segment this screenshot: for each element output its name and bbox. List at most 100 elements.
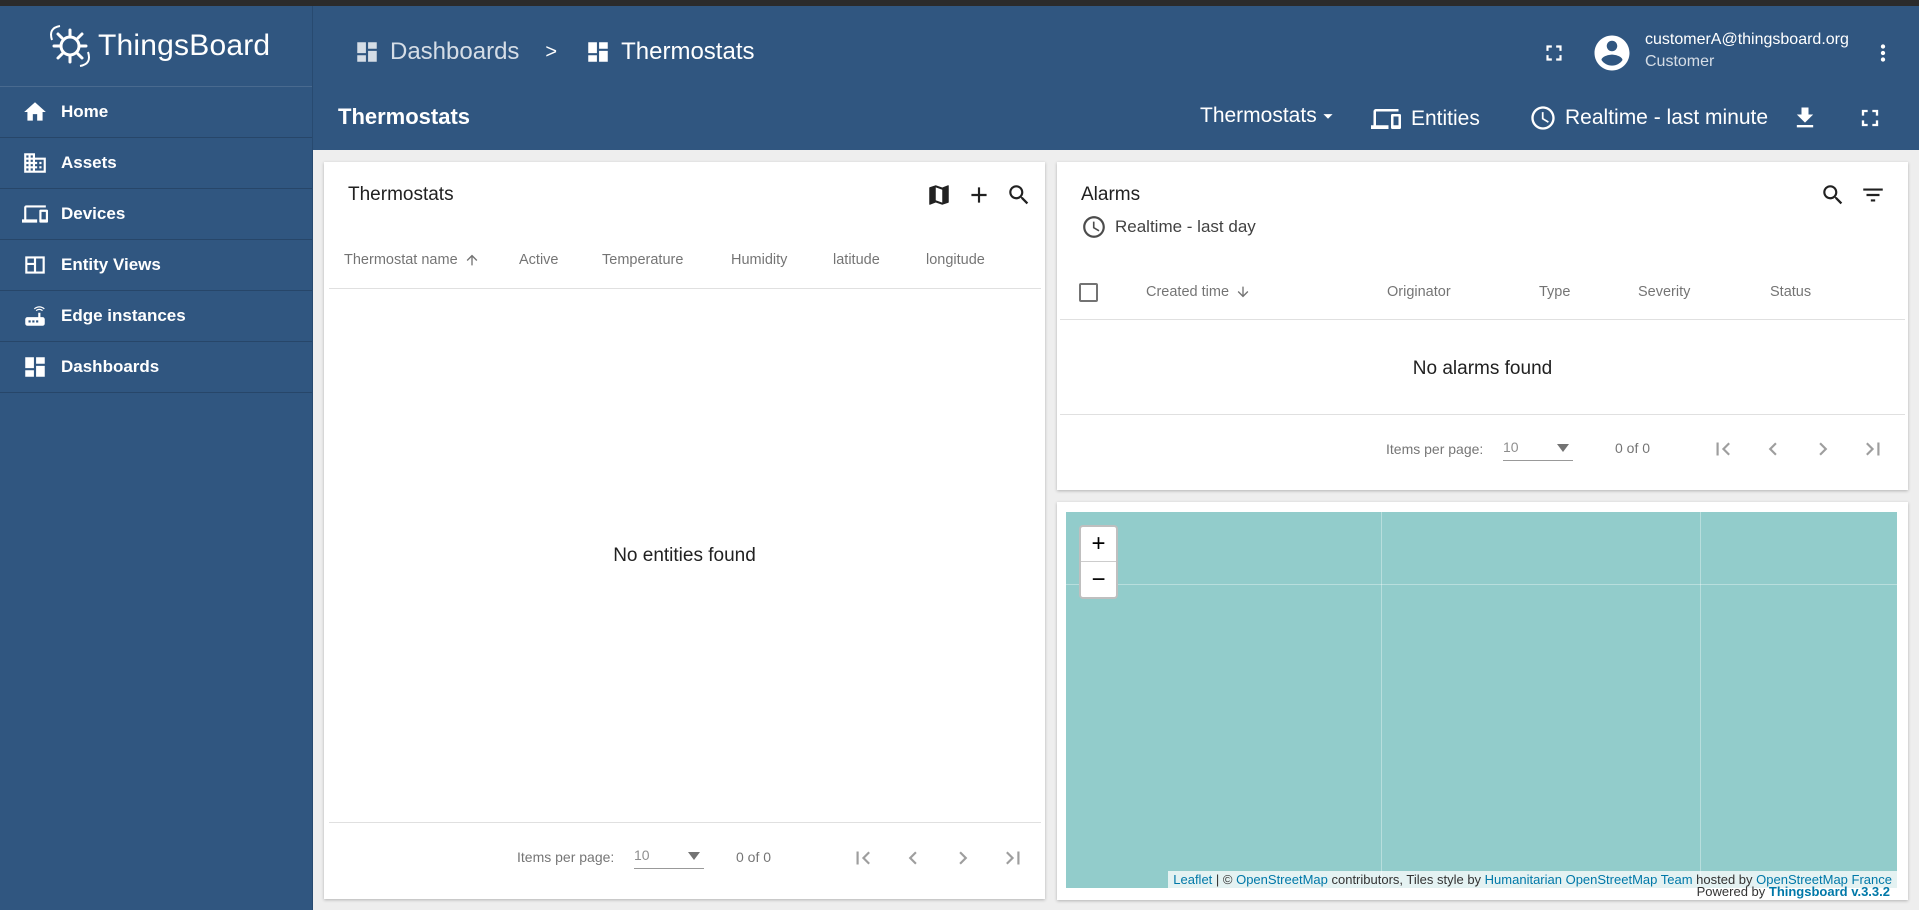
last-page-button[interactable] [1000, 845, 1026, 871]
zoom-out-button[interactable]: − [1081, 562, 1116, 597]
sidebar-item-edge-instances[interactable]: Edge instances [0, 291, 312, 342]
devices-icon [21, 200, 49, 228]
sidebar-item-dashboards[interactable]: Dashboards [0, 342, 312, 393]
column-header-severity[interactable]: Severity [1638, 284, 1690, 300]
column-header-humidity[interactable]: Humidity [731, 252, 787, 268]
timewindow-label: Realtime - last minute [1565, 106, 1769, 129]
empty-message: No entities found [613, 545, 756, 566]
previous-page-button[interactable] [1760, 436, 1786, 462]
top-header: Dashboards > Thermostats customerA@thing… [313, 6, 1919, 150]
column-header-thermostat-name[interactable]: Thermostat name [344, 252, 480, 268]
paginator: Items per page: 10 0 of 0 [329, 822, 1041, 892]
sidebar-item-label: Home [61, 102, 109, 121]
column-label: Created time [1146, 284, 1230, 300]
sidebar: ThingsBoard Home Assets Devices Entity V… [0, 6, 313, 910]
thermostats-widget: Thermostats Thermostat name Active Tempe… [324, 162, 1045, 899]
column-header-temperature[interactable]: Temperature [602, 252, 683, 268]
app-name: ThingsBoard [98, 29, 271, 62]
app-logo[interactable]: ThingsBoard [0, 6, 312, 87]
column-header-type[interactable]: Type [1539, 284, 1570, 300]
column-header-longitude[interactable]: longitude [926, 252, 985, 268]
search-icon [1823, 185, 1843, 205]
download-icon [1796, 107, 1814, 128]
add-button[interactable] [966, 182, 992, 208]
entities-label: Entities [1411, 107, 1480, 130]
map-tile-border [1066, 584, 1897, 585]
sidebar-item-assets[interactable]: Assets [0, 138, 312, 189]
sidebar-item-entity-views[interactable]: Entity Views [0, 240, 312, 291]
items-per-page-select[interactable]: 10 [634, 847, 704, 869]
first-page-icon [1716, 442, 1730, 456]
map-tile-border [1700, 512, 1701, 888]
column-header-active[interactable]: Active [519, 252, 559, 268]
sidebar-item-devices[interactable]: Devices [0, 189, 312, 240]
map-button[interactable] [926, 182, 952, 208]
leaflet-link[interactable]: Leaflet [1173, 872, 1212, 887]
table-header: Created time Originator Type Severity St… [1060, 266, 1905, 320]
zoom-control: + − [1079, 525, 1118, 599]
arrow-drop-down-icon [1323, 114, 1333, 119]
zoom-in-button[interactable]: + [1081, 527, 1116, 562]
account-circle-icon [1594, 35, 1630, 71]
widget-title: Thermostats [348, 184, 454, 205]
alarms-widget: Alarms Realtime - last day Created time … [1057, 162, 1908, 490]
column-label: Originator [1387, 284, 1451, 300]
search-button[interactable] [1006, 182, 1032, 208]
hot-link[interactable]: Humanitarian OpenStreetMap Team [1485, 872, 1693, 887]
thingsboard-version-link[interactable]: Thingsboard v.3.3.2 [1769, 884, 1890, 899]
next-page-button[interactable] [950, 845, 976, 871]
page-range: 0 of 0 [1615, 440, 1651, 456]
osm-link[interactable]: OpenStreetMap [1236, 872, 1328, 887]
arrow-drop-down-icon [1557, 444, 1569, 452]
first-page-button[interactable] [1710, 436, 1736, 462]
entities-button[interactable]: Entities [1371, 104, 1480, 134]
sidebar-item-label: Entity Views [61, 255, 161, 274]
next-page-button[interactable] [1810, 436, 1836, 462]
user-menu-button[interactable] [1870, 40, 1896, 66]
first-page-icon [856, 851, 870, 865]
previous-page-button[interactable] [900, 845, 926, 871]
last-page-button[interactable] [1860, 436, 1886, 462]
column-header-created-time[interactable]: Created time [1146, 284, 1251, 300]
column-label: longitude [926, 252, 985, 268]
items-per-page-select[interactable]: 10 [1503, 439, 1573, 461]
header-user-area: customerA@thingsboard.org Customer [313, 26, 1919, 82]
timewindow-button[interactable]: Realtime - last minute [1529, 104, 1768, 132]
column-header-status[interactable]: Status [1770, 284, 1811, 300]
last-page-icon [1006, 851, 1020, 865]
dashboard-content: Thermostats Thermostat name Active Tempe… [313, 150, 1919, 910]
sidebar-item-home[interactable]: Home [0, 87, 312, 138]
dashboard-toolbar: Thermostats Thermostats Entities Realtim… [313, 84, 1919, 150]
column-header-originator[interactable]: Originator [1387, 284, 1451, 300]
alarms-timewindow[interactable]: Realtime - last day [1081, 214, 1256, 240]
dashboard-state-select[interactable]: Thermostats [1200, 104, 1339, 128]
map-icon [929, 185, 949, 205]
search-button[interactable] [1820, 182, 1846, 208]
clock-icon [1531, 106, 1555, 130]
dashboard-fullscreen-button[interactable] [1856, 104, 1884, 132]
dashboard-icon [21, 353, 49, 381]
user-info[interactable]: customerA@thingsboard.org Customer [1645, 29, 1849, 73]
add-icon [971, 187, 987, 203]
filter-button[interactable] [1860, 182, 1886, 208]
items-per-page-label: Items per page: [1386, 441, 1484, 457]
column-label: Active [519, 252, 559, 268]
avatar[interactable] [1591, 32, 1633, 74]
map-canvas[interactable]: + − Leaflet | © OpenStreetMap contributo… [1066, 512, 1897, 888]
assets-icon [21, 149, 49, 177]
router-icon [21, 302, 49, 330]
column-label: Humidity [731, 252, 788, 268]
table-header: Thermostat name Active Temperature Humid… [329, 234, 1041, 289]
chevron-right-icon [1819, 442, 1828, 456]
devices-icon [1371, 109, 1401, 129]
select-all-checkbox[interactable] [1079, 283, 1098, 302]
column-header-latitude[interactable]: latitude [833, 252, 880, 268]
more-vert-icon [1880, 44, 1886, 62]
map-tile-border [1381, 512, 1382, 888]
first-page-button[interactable] [850, 845, 876, 871]
map-widget: + − Leaflet | © OpenStreetMap contributo… [1057, 502, 1908, 900]
fullscreen-button[interactable] [1541, 40, 1567, 66]
export-button[interactable] [1791, 104, 1819, 132]
widget-title: Alarms [1081, 184, 1141, 205]
sidebar-item-label: Devices [61, 204, 126, 223]
